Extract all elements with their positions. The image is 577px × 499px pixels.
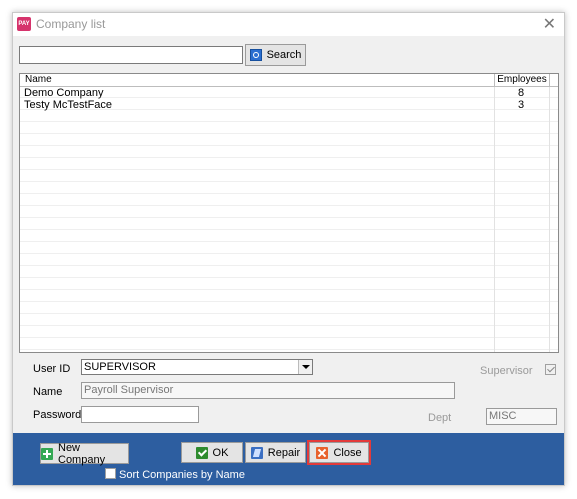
table-row[interactable]: Testy McTestFace 3: [20, 99, 558, 111]
table-header: Name Employees: [20, 74, 558, 87]
title-bar: PAY Company list ✕: [13, 13, 564, 36]
user-id-value: SUPERVISOR: [84, 361, 156, 373]
name-field[interactable]: Payroll Supervisor: [81, 382, 455, 399]
password-field[interactable]: [81, 406, 199, 423]
user-id-select[interactable]: SUPERVISOR: [81, 359, 313, 375]
search-button[interactable]: Search: [245, 44, 306, 66]
sort-companies-label[interactable]: Sort Companies by Name: [119, 469, 245, 481]
search-button-label: Search: [266, 49, 302, 61]
window-title: Company list: [36, 17, 106, 31]
close-button[interactable]: Close: [307, 440, 371, 465]
dept-field[interactable]: MISC: [486, 408, 557, 425]
ok-button[interactable]: OK: [181, 442, 243, 463]
employees-column-divider: [494, 87, 550, 352]
employees-cell: 8: [517, 87, 525, 99]
pay-app-icon: PAY: [17, 17, 31, 31]
password-label: Password: [33, 409, 82, 421]
close-label: Close: [333, 446, 362, 459]
chevron-down-icon[interactable]: [298, 360, 312, 374]
company-name-cell: Testy McTestFace: [24, 99, 113, 111]
repair-button[interactable]: Repair: [245, 442, 306, 463]
checkmark-icon: [195, 446, 208, 459]
employees-cell: 3: [517, 99, 525, 111]
search-icon: [249, 49, 262, 61]
sort-companies-checkbox[interactable]: [105, 468, 116, 479]
repair-label: Repair: [267, 446, 301, 459]
search-input[interactable]: [19, 46, 243, 64]
new-company-button[interactable]: New Company: [40, 441, 129, 466]
company-list-window: PAY Company list ✕ Search Name Employees…: [12, 12, 565, 486]
close-x-icon: [316, 446, 329, 459]
column-header-employees[interactable]: Employees: [494, 74, 550, 86]
user-id-label: User ID: [33, 363, 71, 375]
name-label: Name: [33, 386, 63, 398]
supervisor-label: Supervisor: [480, 365, 533, 377]
column-header-name[interactable]: Name: [25, 74, 52, 86]
company-table[interactable]: Name Employees Demo Company 8 Testy McTe…: [19, 73, 559, 353]
supervisor-checkbox[interactable]: [545, 364, 556, 375]
bottom-action-bar: New Company OK Repair Close Sort Compani…: [13, 433, 564, 485]
repair-icon: [250, 446, 263, 459]
new-company-label: New Company: [58, 441, 106, 466]
table-row[interactable]: Demo Company 8: [20, 87, 558, 99]
company-name-cell: Demo Company: [24, 87, 104, 99]
dept-label: Dept: [428, 412, 452, 424]
close-icon[interactable]: ✕: [543, 14, 556, 34]
ok-label: OK: [212, 446, 229, 459]
plus-icon: [41, 447, 53, 460]
